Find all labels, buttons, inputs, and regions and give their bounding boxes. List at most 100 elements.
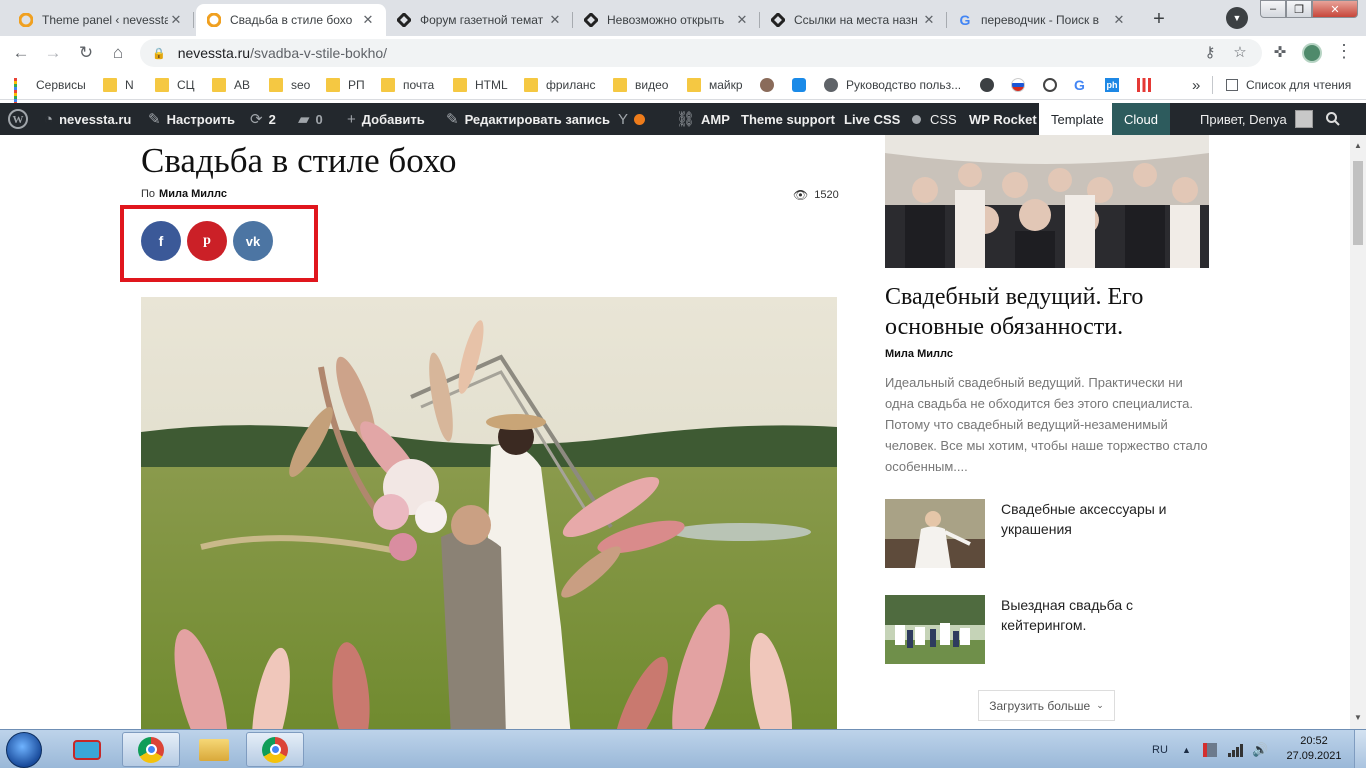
sidebar-item-thumbnail[interactable] (885, 595, 985, 664)
wp-template-link[interactable]: Template (1039, 103, 1116, 135)
sidebar-featured-title[interactable]: Свадебный ведущий. Его основные обязанно… (885, 282, 1205, 342)
taskbar-app-explorer[interactable] (185, 732, 243, 767)
wp-customize-link[interactable]: ✎ Настроить (148, 103, 235, 135)
search-icon[interactable] (1325, 103, 1341, 135)
profile-avatar[interactable] (1302, 43, 1322, 63)
wp-comments-link[interactable]: ▰ 0 (298, 103, 323, 135)
yoast-seo-link[interactable]: Y (618, 103, 646, 135)
wp-cloud-link[interactable]: Cloud (1112, 103, 1170, 135)
updates-icon: ⟳ (250, 111, 263, 128)
language-indicator[interactable]: RU (1152, 730, 1168, 768)
wp-theme-support-link[interactable]: Theme support (741, 103, 835, 135)
wp-amp-link[interactable]: ⛓ AMP (676, 103, 730, 135)
bookmark-folder[interactable]: СЦ (155, 75, 195, 95)
wp-updates-link[interactable]: ⟳ 2 (250, 103, 276, 135)
browser-tab[interactable]: Theme panel ‹ nevessta ✕ (8, 4, 194, 36)
network-warning-icon[interactable] (1203, 730, 1217, 768)
sidebar-item-title[interactable]: Свадебные аксессуары и украшения (1001, 499, 1191, 539)
bookmark-ru-flag[interactable] (1011, 75, 1033, 95)
extensions-puzzle-icon[interactable]: ✜ (1268, 40, 1292, 64)
sidebar-featured-author[interactable]: Мила Миллс (885, 348, 953, 360)
taskbar-app-chrome-2[interactable] (246, 732, 304, 767)
menu-kebab-icon[interactable]: ⋮ (1334, 41, 1354, 65)
tray-expand-icon[interactable]: ▲ (1182, 730, 1191, 768)
close-icon[interactable]: ✕ (1111, 12, 1127, 28)
post-author-link[interactable]: Мила Миллс (159, 188, 227, 200)
sidebar-item-title[interactable]: Выездная свадьба с кейтерингом. (1001, 595, 1191, 635)
browser-tab[interactable]: G переводчик - Поиск в ✕ (947, 4, 1137, 36)
lock-icon[interactable]: 🔒 (152, 47, 166, 60)
scrollbar-thumb[interactable] (1353, 161, 1363, 245)
svg-text:W: W (13, 114, 24, 126)
bookmark-stats[interactable] (1137, 75, 1159, 95)
key-icon[interactable]: ⚷ (1198, 40, 1222, 64)
new-tab-button[interactable]: + (1146, 6, 1172, 32)
wp-rocket-link[interactable]: WP Rocket (969, 103, 1037, 135)
bookmark-services[interactable]: Сервисы (14, 75, 86, 105)
maximize-button[interactable]: ❐ (1286, 0, 1312, 18)
minimize-button[interactable]: – (1260, 0, 1286, 18)
bookmark-folder[interactable]: AB (212, 75, 250, 95)
wp-add-new-link[interactable]: + Добавить (347, 103, 425, 135)
bookmark-folder[interactable]: фриланс (524, 75, 596, 95)
taskbar-app-chrome[interactable] (122, 732, 180, 767)
sidebar-featured-image[interactable] (885, 135, 1209, 268)
wp-site-link[interactable]: ◔ nevessta.ru (44, 103, 131, 135)
browser-tab[interactable]: Невозможно открыть ✕ (573, 4, 760, 36)
wp-edit-post-link[interactable]: ✎ Редактировать запись (446, 103, 610, 135)
bookmark-folder[interactable]: HTML (453, 75, 508, 95)
post-byline: По Мила Миллс (141, 188, 227, 200)
star-icon[interactable]: ☆ (1228, 40, 1252, 64)
bookmark-folder[interactable]: майкр (687, 75, 743, 95)
taskbar-clock[interactable]: 20:52 27.09.2021 (1282, 734, 1346, 764)
close-icon[interactable]: ✕ (360, 12, 376, 28)
bookmark-label: N (125, 78, 134, 92)
home-icon[interactable]: ⌂ (105, 40, 131, 66)
bookmark-globe-2[interactable] (980, 75, 1002, 95)
wp-account-menu[interactable]: Привет, Denya (1200, 103, 1313, 135)
bookmark-skull-site[interactable] (760, 75, 782, 95)
close-icon[interactable]: ✕ (547, 12, 563, 28)
close-icon[interactable]: ✕ (921, 12, 937, 28)
address-bar[interactable]: 🔒 nevessta.ru/svadba-v-stile-bokho/ (140, 39, 1262, 67)
bookmark-folder[interactable]: РП (326, 75, 365, 95)
browser-tab[interactable]: Ссылки на места назн ✕ (760, 4, 947, 36)
taskbar-app-screen-recorder[interactable] (58, 732, 116, 767)
page-scrollbar[interactable]: ▲ ▼ (1350, 135, 1366, 729)
scroll-down-arrow-icon[interactable]: ▼ (1353, 713, 1363, 723)
windows-start-button[interactable] (6, 732, 42, 768)
facebook-share-button[interactable]: f (141, 221, 181, 261)
signal-bars-icon[interactable] (1228, 730, 1244, 768)
scroll-up-arrow-icon[interactable]: ▲ (1353, 141, 1363, 151)
reload-icon[interactable]: ↻ (73, 40, 99, 66)
more-bookmarks-button[interactable]: » (1192, 75, 1200, 95)
bookmark-aperture[interactable] (1043, 75, 1065, 95)
wp-live-css-link[interactable]: Live CSS (844, 103, 900, 135)
tab-search-icon[interactable]: ▼ (1226, 7, 1248, 29)
bookmark-wifi-site[interactable] (792, 75, 814, 95)
wordpress-logo-icon[interactable]: W (8, 103, 28, 135)
reading-list-button[interactable]: Список для чтения (1226, 75, 1351, 95)
volume-icon[interactable]: 🔊 (1252, 730, 1268, 768)
sidebar-item-thumbnail[interactable] (885, 499, 985, 568)
bookmark-ph[interactable]: ph (1105, 75, 1127, 95)
bookmark-folder[interactable]: почта (381, 75, 434, 95)
pinterest-share-button[interactable]: p (187, 221, 227, 261)
load-more-button[interactable]: Загрузить больше ⌄ (978, 690, 1115, 721)
forward-arrow-icon[interactable]: → (40, 40, 66, 66)
close-icon[interactable]: ✕ (168, 12, 184, 28)
bookmark-globe[interactable]: Руководство польз... (824, 75, 961, 95)
bookmark-folder[interactable]: seo (269, 75, 310, 95)
browser-tab-active[interactable]: Свадьба в стиле бохо ✕ (196, 4, 386, 36)
wp-css-link[interactable]: CSS (902, 103, 967, 135)
link-chain-icon: ⛓ (676, 111, 696, 128)
show-desktop-button[interactable] (1354, 730, 1366, 768)
bookmark-google[interactable]: G (1074, 75, 1096, 95)
close-window-button[interactable]: ✕ (1312, 0, 1358, 18)
bookmark-folder[interactable]: N (103, 75, 134, 95)
vk-share-button[interactable]: vk (233, 221, 273, 261)
close-icon[interactable]: ✕ (734, 12, 750, 28)
bookmark-folder[interactable]: видео (613, 75, 668, 95)
back-arrow-icon[interactable]: ← (8, 40, 34, 66)
browser-tab[interactable]: Форум газетной темат ✕ (386, 4, 573, 36)
